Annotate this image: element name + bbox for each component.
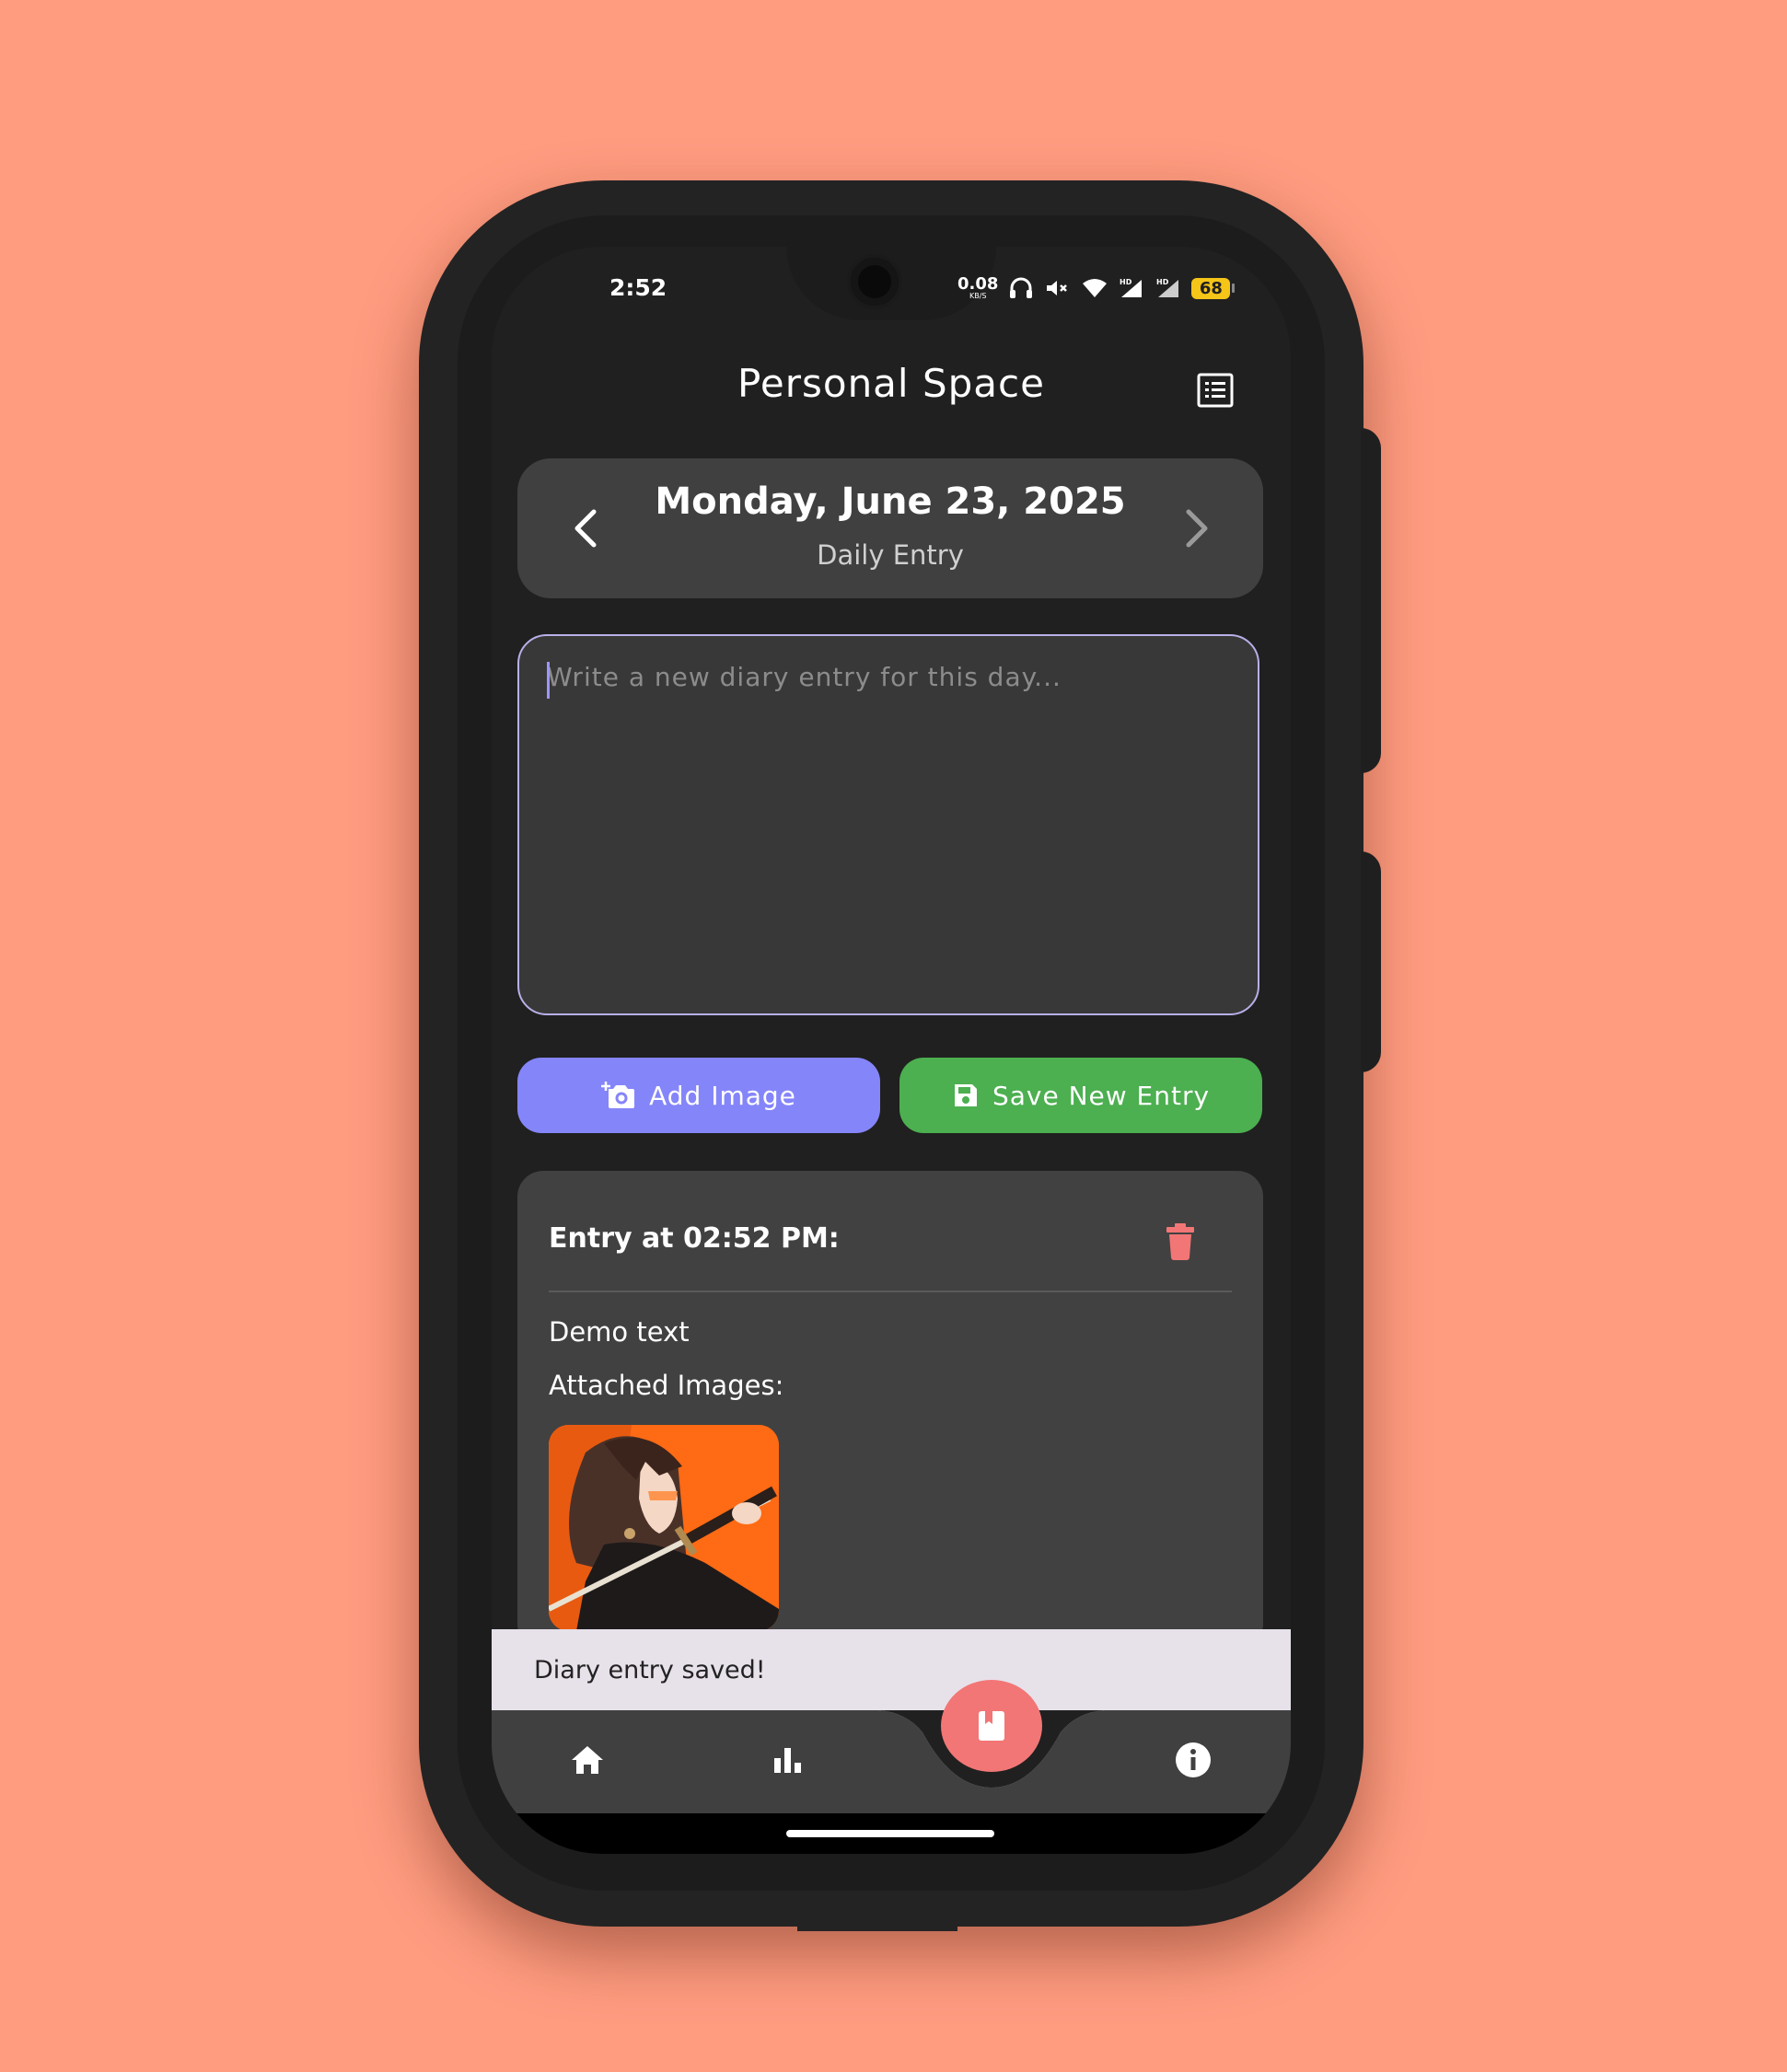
app-screen: 2:52 0.08 KB/S HD HD 68 Personal Space M… [492,247,1291,1854]
network-speed: 0.08 KB/S [957,276,998,300]
delete-entry-button[interactable] [1162,1221,1199,1261]
book-icon [979,1711,1004,1741]
wifi-icon [1083,279,1108,297]
attached-images-label: Attached Images: [549,1370,784,1401]
entries-list-button[interactable] [1195,370,1236,411]
status-time: 2:52 [609,274,667,301]
front-camera [847,254,902,309]
info-icon [1176,1742,1211,1777]
date-selector: Monday, June 23, 2025 Daily Entry [517,458,1263,598]
page-title: Personal Space [737,361,1045,406]
signal-hd-icon-2: HD [1156,278,1179,297]
entry-text: Demo text [549,1316,690,1348]
bar-chart-icon [774,1748,801,1773]
signal-hd-icon: HD [1120,278,1143,297]
headphones-icon [1010,277,1033,298]
battery-indicator: 68 [1191,277,1236,299]
volume-button [1361,428,1381,773]
home-icon [572,1746,603,1774]
mute-icon [1047,281,1068,295]
battery-tip [1232,284,1236,293]
diary-entry-input[interactable] [517,634,1259,1015]
trash-icon [1166,1223,1194,1260]
save-entry-label: Save New Entry [992,1080,1211,1111]
power-button [1361,851,1381,1072]
nav-stats-button[interactable] [760,1732,816,1788]
nav-info-button[interactable] [1166,1732,1221,1788]
text-caret [547,662,550,699]
date-subtitle: Daily Entry [817,539,964,571]
selected-date: Monday, June 23, 2025 [655,480,1126,523]
add-photo-icon [601,1082,635,1108]
save-entry-button[interactable]: Save New Entry [899,1058,1262,1133]
add-image-button[interactable]: Add Image [517,1058,880,1133]
svg-text:HD: HD [1120,278,1132,286]
save-icon [954,1084,977,1106]
diary-fab-button[interactable] [941,1680,1042,1772]
add-image-label: Add Image [649,1080,796,1111]
attached-image-thumbnail[interactable] [549,1425,779,1631]
entry-divider [549,1291,1232,1292]
network-speed-unit: KB/S [969,292,987,300]
anime-illustration-image [549,1425,779,1631]
nav-home-button[interactable] [560,1732,615,1788]
list-icon [1197,373,1234,408]
battery-level: 68 [1191,277,1231,299]
svg-text:HD: HD [1156,278,1169,286]
next-day-button[interactable] [1169,501,1224,556]
phone-bottom-port [797,1915,957,1931]
status-icons: 0.08 KB/S HD HD 68 [957,274,1236,302]
entry-timestamp-heading: Entry at 02:52 PM: [549,1222,840,1255]
chevron-right-icon [1186,509,1208,548]
snackbar-message: Diary entry saved! [534,1655,766,1684]
snackbar: Diary entry saved! [492,1629,1291,1710]
diary-entry-card: Entry at 02:52 PM: Demo text Attached Im… [517,1171,1263,1649]
home-indicator[interactable] [786,1830,994,1837]
bottom-navigation [492,1710,1291,1813]
network-speed-value: 0.08 [957,274,999,294]
